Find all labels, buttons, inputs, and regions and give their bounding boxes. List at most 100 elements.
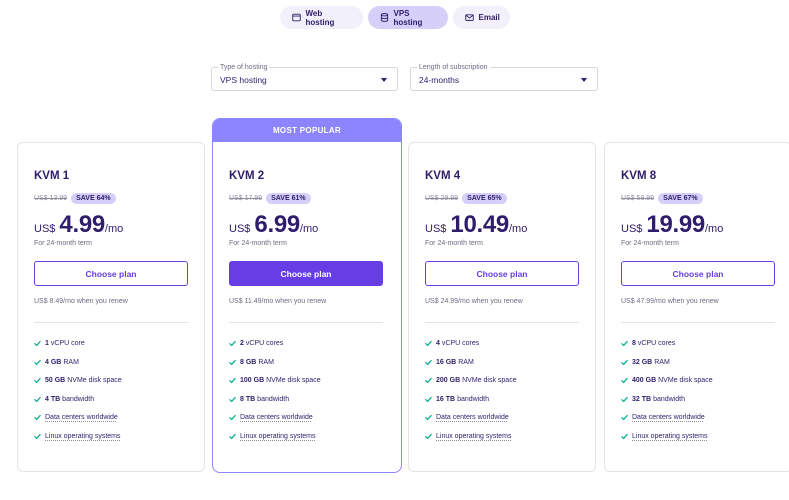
choose-plan-button[interactable]: Choose plan bbox=[34, 261, 188, 286]
feature-text[interactable]: Data centers worldwide bbox=[632, 414, 705, 421]
check-icon bbox=[34, 377, 41, 384]
feature-item: 32 TB bandwidth bbox=[621, 395, 778, 404]
check-icon bbox=[621, 433, 628, 440]
check-icon bbox=[229, 396, 236, 403]
price-currency: US$ bbox=[425, 223, 447, 235]
browser-window-icon bbox=[291, 13, 301, 22]
feature-item: 4 vCPU cores bbox=[425, 339, 582, 348]
feature-value: 32 TB bbox=[632, 395, 652, 403]
price-amount: 4.99 bbox=[59, 211, 105, 238]
old-price: US$ 29.99 bbox=[425, 194, 459, 202]
feature-item: Data centers worldwide bbox=[425, 413, 582, 422]
tab-web-hosting[interactable]: Web hosting bbox=[279, 6, 363, 29]
feature-value: 8 bbox=[632, 340, 636, 347]
feature-item: 32 GB RAM bbox=[621, 358, 778, 367]
save-badge: SAVE 65% bbox=[462, 192, 507, 204]
feature-item: 4 GB RAM bbox=[34, 358, 191, 367]
feature-text[interactable]: Linux operating systems bbox=[632, 433, 707, 440]
feature-item: 8 GB RAM bbox=[229, 358, 388, 367]
divider bbox=[229, 322, 383, 323]
plan-card-body: KVM 2 US$ 17.99 SAVE 61% US$ 6.99 /mo Fo… bbox=[229, 170, 388, 451]
plan-name: KVM 4 bbox=[425, 170, 461, 182]
price-term: For 24-month term bbox=[229, 240, 287, 247]
hosting-type-label: Type of hosting bbox=[218, 63, 270, 72]
plan-card: KVM 4 US$ 29.99 SAVE 65% US$ 10.49 /mo F… bbox=[408, 142, 596, 472]
feature-value: 8 TB bbox=[240, 395, 256, 403]
feature-item: Linux operating systems bbox=[621, 432, 778, 441]
save-badge: SAVE 67% bbox=[658, 192, 703, 204]
subscription-length-select[interactable]: Length of subscription 24-months bbox=[410, 63, 598, 91]
feature-value: 16 GB bbox=[436, 358, 457, 366]
discount-row: US$ 29.99 SAVE 65% bbox=[425, 191, 582, 205]
check-icon bbox=[229, 433, 236, 440]
choose-plan-button[interactable]: Choose plan bbox=[229, 261, 383, 286]
hosting-tabs: Web hosting VPS hosting Email bbox=[0, 6, 789, 29]
feature-list: 1 vCPU core 4 GB RAM 50 GB NVMe disk space 4 T… bbox=[34, 339, 191, 441]
check-icon bbox=[425, 396, 432, 403]
renewal-price: US$ 24.99/mo when you renew bbox=[425, 298, 523, 305]
feature-text: NVMe disk space bbox=[658, 377, 713, 385]
feature-text[interactable]: Data centers worldwide bbox=[436, 414, 509, 421]
divider bbox=[34, 322, 188, 323]
feature-value: 200 GB bbox=[436, 377, 461, 385]
feature-list: 2 vCPU cores 8 GB RAM 100 GB NVMe disk space 8… bbox=[229, 339, 388, 441]
tab-label: Email bbox=[478, 13, 500, 22]
price-currency: US$ bbox=[34, 223, 56, 235]
old-price: US$ 13.99 bbox=[34, 194, 68, 202]
feature-item: Linux operating systems bbox=[425, 432, 582, 441]
feature-text: RAM bbox=[63, 358, 79, 366]
hosting-type-value: VPS hosting bbox=[220, 75, 267, 85]
price-period: /mo bbox=[104, 223, 124, 235]
check-icon bbox=[621, 414, 628, 421]
feature-item: Data centers worldwide bbox=[229, 413, 388, 422]
hosting-type-select[interactable]: Type of hosting VPS hosting bbox=[211, 63, 398, 91]
feature-value: 4 TB bbox=[45, 395, 61, 403]
feature-text: vCPU core bbox=[50, 340, 85, 347]
plan-name: KVM 1 bbox=[34, 170, 70, 182]
feature-text[interactable]: Linux operating systems bbox=[436, 433, 511, 440]
price-currency: US$ bbox=[621, 223, 643, 235]
feature-item: 2 vCPU cores bbox=[229, 339, 388, 348]
feature-value: 16 TB bbox=[436, 395, 456, 403]
choose-plan-button[interactable]: Choose plan bbox=[425, 261, 579, 286]
feature-text[interactable]: Linux operating systems bbox=[45, 433, 120, 440]
tab-vps-hosting[interactable]: VPS hosting bbox=[367, 6, 448, 29]
feature-text: bandwidth bbox=[257, 395, 290, 403]
plan-card-body: KVM 1 US$ 13.99 SAVE 64% US$ 4.99 /mo Fo… bbox=[34, 170, 191, 451]
price-period: /mo bbox=[508, 223, 528, 235]
price-amount: 10.49 bbox=[450, 211, 509, 238]
check-icon bbox=[34, 396, 41, 403]
check-icon bbox=[34, 414, 41, 421]
plan-name: KVM 8 bbox=[621, 170, 657, 182]
check-icon bbox=[621, 396, 628, 403]
feature-text: bandwidth bbox=[62, 395, 95, 403]
feature-value: 50 GB bbox=[45, 377, 66, 385]
tab-email[interactable]: Email bbox=[452, 6, 510, 29]
plan-card-body: KVM 8 US$ 59.99 SAVE 67% US$ 19.99 /mo F… bbox=[621, 170, 778, 451]
divider bbox=[425, 322, 579, 323]
price: US$ 6.99 /mo bbox=[229, 211, 388, 238]
feature-text[interactable]: Data centers worldwide bbox=[240, 414, 313, 421]
check-icon bbox=[229, 359, 236, 366]
plan-name: KVM 2 bbox=[229, 170, 265, 182]
feature-value: 2 bbox=[240, 340, 244, 347]
price-term: For 24-month term bbox=[425, 240, 483, 247]
renewal-price: US$ 47.99/mo when you renew bbox=[621, 298, 719, 305]
check-icon bbox=[34, 433, 41, 440]
check-icon bbox=[425, 340, 432, 347]
divider bbox=[621, 322, 775, 323]
price: US$ 4.99 /mo bbox=[34, 211, 191, 238]
check-icon bbox=[34, 359, 41, 366]
subscription-length-label: Length of subscription bbox=[417, 63, 490, 72]
feature-text: vCPU cores bbox=[245, 340, 284, 347]
feature-item: 8 vCPU cores bbox=[621, 339, 778, 348]
check-icon bbox=[425, 433, 432, 440]
plan-card: KVM 1 US$ 13.99 SAVE 64% US$ 4.99 /mo Fo… bbox=[17, 142, 205, 472]
feature-text: NVMe disk space bbox=[266, 377, 321, 385]
choose-plan-button[interactable]: Choose plan bbox=[621, 261, 775, 286]
price-amount: 6.99 bbox=[254, 211, 300, 238]
feature-text[interactable]: Linux operating systems bbox=[240, 433, 315, 440]
feature-text[interactable]: Data centers worldwide bbox=[45, 414, 118, 421]
feature-item: Linux operating systems bbox=[229, 432, 388, 441]
check-icon bbox=[425, 377, 432, 384]
